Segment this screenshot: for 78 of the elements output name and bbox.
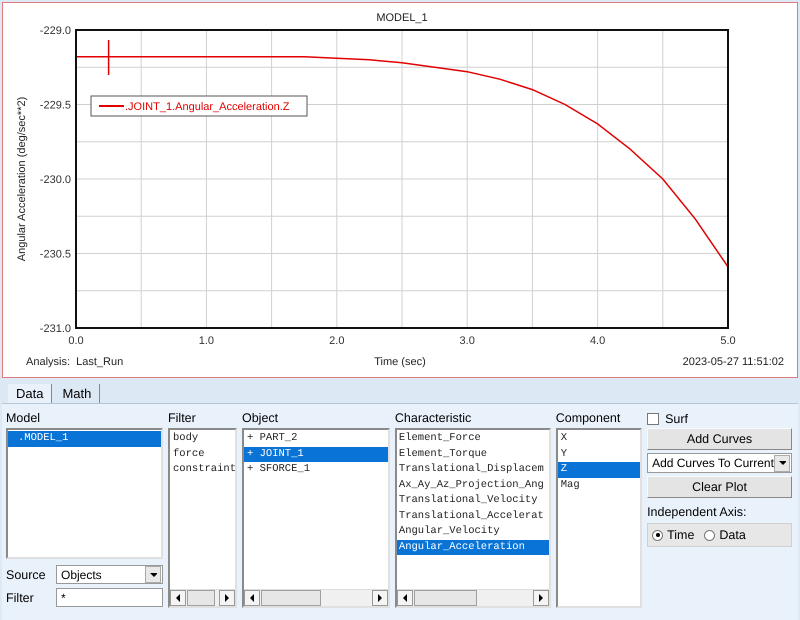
plot-legend: .JOINT_1.Angular_Acceleration.Z (90, 96, 308, 116)
scroll-right-button[interactable] (219, 590, 235, 606)
checkbox-label: Surf (665, 412, 688, 426)
column-label: Object (242, 410, 280, 427)
tick-label: 2.0 (329, 335, 344, 347)
column-label: Model (6, 410, 42, 427)
list-item[interactable]: Y (558, 446, 640, 462)
left-arrow-icon (174, 593, 182, 603)
tab[interactable]: Data (8, 384, 52, 403)
axis-label: Time (sec) (374, 356, 426, 368)
list-item[interactable]: + SFORCE_1 (244, 462, 388, 478)
dropdown-arrow-icon (778, 458, 786, 468)
add-mode-dropdown[interactable]: Add Curves To Current (647, 453, 792, 473)
scroll-left-button[interactable] (244, 590, 260, 606)
filter-field[interactable]: * (56, 588, 163, 607)
field-label: Source (6, 568, 47, 582)
timestamp: 2023-05-27 11:51:02 (682, 356, 784, 368)
list-item[interactable]: Mag (558, 478, 640, 493)
analysis-label: Analysis: Last_Run (26, 356, 124, 368)
tick-label: 5.0 (720, 335, 736, 347)
list-item[interactable]: Angular_Acceleration (396, 540, 549, 555)
list-item[interactable]: + JOINT_1 (244, 446, 388, 462)
column-label: Characteristic (394, 410, 472, 427)
tick-label: -231.0 (40, 323, 71, 335)
left-arrow-icon (400, 593, 409, 603)
right-arrow-icon (223, 593, 231, 603)
horizontal-scrollbar[interactable] (396, 589, 549, 606)
add-curves-button[interactable]: Add Curves (647, 428, 792, 450)
scrollbar-thumb[interactable] (187, 590, 215, 606)
scroll-right-button[interactable] (532, 590, 549, 606)
list-item[interactable]: body (170, 431, 235, 446)
left-arrow-icon (248, 593, 256, 603)
section-label: Independent Axis: (647, 505, 748, 519)
tick-label: 0.0 (68, 335, 84, 347)
surf-checkbox[interactable] (647, 413, 660, 425)
tick-label: 3.0 (460, 335, 475, 347)
tick-label: 1.0 (198, 335, 214, 347)
horizontal-scrollbar[interactable] (244, 589, 388, 606)
radio-button[interactable] (704, 530, 716, 540)
list-item[interactable]: Ax_Ay_Az_Projection_Ang (396, 478, 549, 493)
list-item[interactable]: Z (558, 462, 640, 478)
list-item[interactable]: Translational_Velocity (396, 493, 549, 508)
radio-button[interactable] (652, 530, 664, 540)
plot-title: MODEL_1 (376, 12, 428, 24)
list-item[interactable]: Angular_Velocity (396, 524, 549, 540)
tab[interactable]: Math (54, 384, 100, 403)
list-item[interactable]: force (170, 446, 235, 462)
list-item[interactable]: Translational_Accelerat (396, 508, 549, 524)
list-item[interactable]: + PART_2 (244, 431, 388, 446)
tick-label: -229.0 (40, 25, 71, 37)
scroll-right-button[interactable] (372, 590, 388, 606)
list-item[interactable]: .MODEL_1 (8, 431, 161, 446)
column-label: Filter (168, 410, 197, 427)
tick-label: -229.5 (40, 100, 71, 112)
scroll-left-button[interactable] (170, 590, 186, 606)
list-item[interactable]: X (558, 431, 640, 446)
cursor-mark (108, 40, 110, 75)
legend-label: .JOINT_1.Angular_Acceleration.Z (125, 101, 290, 113)
tick-label: 4.0 (590, 335, 606, 347)
right-arrow-icon (376, 593, 384, 603)
clear-plot-button[interactable]: Clear Plot (647, 476, 792, 498)
scrollbar-thumb[interactable] (261, 590, 321, 606)
axis-label: Angular Acceleration (deg/sec**2) (16, 96, 28, 262)
scrollbar-thumb[interactable] (414, 590, 477, 606)
scroll-left-button[interactable] (396, 590, 413, 606)
column-label: Component (556, 410, 622, 427)
list-item[interactable]: Element_Torque (396, 446, 549, 462)
list-item[interactable]: Element_Force (396, 431, 549, 446)
list-item[interactable]: Translational_Displacem (396, 462, 549, 478)
radio-label: Data (719, 528, 746, 542)
horizontal-scrollbar[interactable] (170, 589, 235, 606)
tick-label: -230.5 (40, 248, 71, 260)
right-arrow-icon (536, 593, 545, 603)
radio-label: Time (667, 528, 694, 542)
list-item[interactable]: constraint (170, 462, 235, 478)
field-label: Filter (6, 590, 35, 604)
tick-label: -230.0 (40, 174, 71, 186)
source-dropdown[interactable]: Objects (56, 565, 163, 584)
